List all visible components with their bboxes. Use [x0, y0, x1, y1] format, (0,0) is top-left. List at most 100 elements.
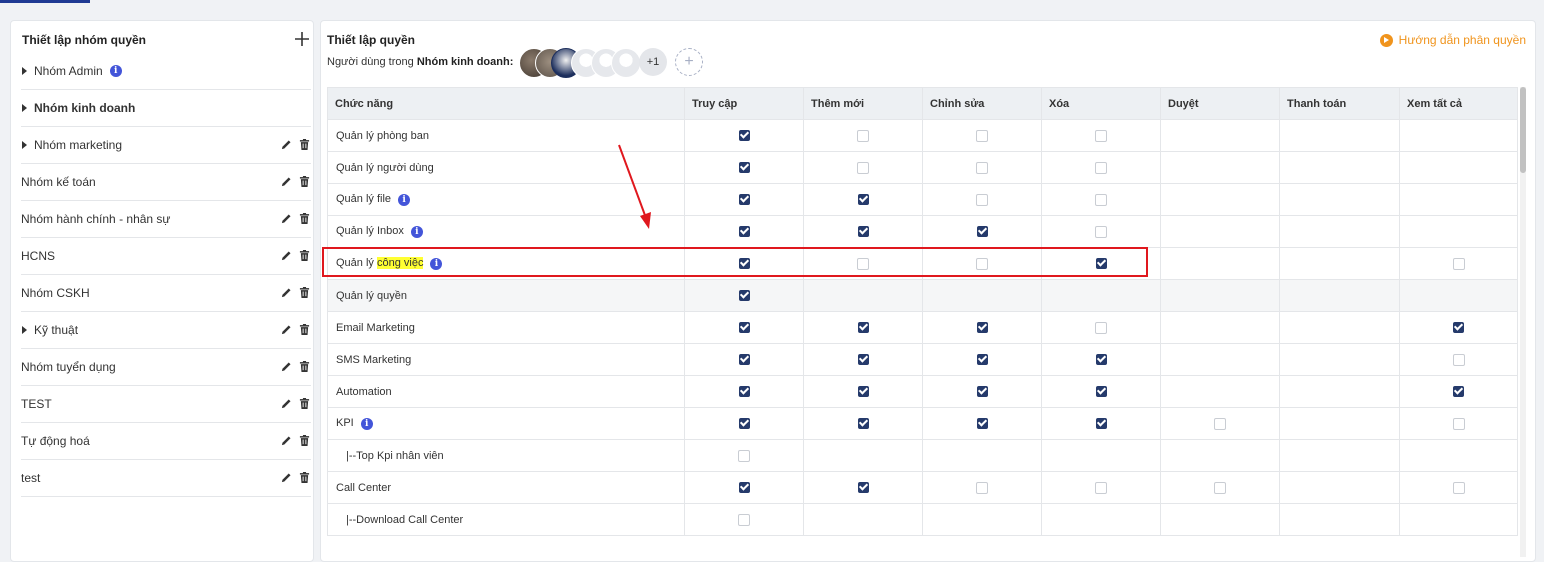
- checkbox-unchecked[interactable]: [857, 257, 869, 270]
- checkbox-checked[interactable]: [1095, 258, 1107, 270]
- table-scrollbar[interactable]: [1520, 87, 1526, 557]
- checkbox-checked[interactable]: [976, 226, 988, 238]
- checkbox-unchecked[interactable]: [976, 161, 988, 174]
- checkbox-unchecked[interactable]: [857, 129, 869, 142]
- edit-icon[interactable]: [281, 176, 292, 187]
- checkbox-unchecked[interactable]: [1095, 193, 1107, 206]
- checkbox-unchecked[interactable]: [1452, 417, 1465, 430]
- edit-icon[interactable]: [281, 250, 292, 261]
- checkbox-checked[interactable]: [857, 194, 869, 206]
- checkbox-unchecked[interactable]: [1452, 353, 1465, 366]
- edit-icon[interactable]: [281, 398, 292, 409]
- trash-icon[interactable]: [299, 287, 310, 298]
- info-icon[interactable]: i: [430, 258, 443, 270]
- checkbox-checked[interactable]: [857, 386, 869, 398]
- permission-guide-link[interactable]: Hướng dẫn phân quyền: [1379, 33, 1526, 47]
- checkbox-checked[interactable]: [976, 386, 988, 398]
- checkbox-checked[interactable]: [738, 194, 750, 206]
- checkbox-unchecked[interactable]: [976, 129, 988, 142]
- edit-icon[interactable]: [281, 213, 292, 224]
- checkbox-unchecked[interactable]: [738, 449, 750, 462]
- checkbox-unchecked[interactable]: [1095, 161, 1107, 174]
- group-item[interactable]: test: [21, 460, 311, 497]
- checkbox-unchecked[interactable]: [1452, 481, 1465, 494]
- checkbox-checked[interactable]: [738, 322, 750, 334]
- checkbox-checked[interactable]: [857, 226, 869, 238]
- checkbox-checked[interactable]: [738, 162, 750, 174]
- trash-icon[interactable]: [299, 213, 310, 224]
- caret-right-icon[interactable]: [22, 104, 27, 112]
- caret-right-icon[interactable]: [22, 326, 27, 334]
- more-users-badge[interactable]: +1: [639, 48, 667, 76]
- caret-right-icon[interactable]: [22, 141, 27, 149]
- info-icon[interactable]: i: [360, 418, 373, 430]
- checkbox-unchecked[interactable]: [1452, 257, 1465, 270]
- checkbox-checked[interactable]: [1453, 322, 1464, 334]
- group-item[interactable]: Nhóm tuyển dụng: [21, 349, 311, 386]
- trash-icon[interactable]: [299, 176, 310, 187]
- checkbox-checked[interactable]: [857, 482, 869, 494]
- trash-icon[interactable]: [299, 361, 310, 372]
- caret-right-icon[interactable]: [22, 67, 27, 75]
- checkbox-checked[interactable]: [738, 354, 750, 366]
- info-icon[interactable]: i: [398, 194, 411, 206]
- checkbox-checked[interactable]: [738, 482, 750, 494]
- checkbox-checked[interactable]: [857, 418, 869, 430]
- info-icon[interactable]: i: [410, 226, 423, 238]
- info-icon[interactable]: i: [109, 65, 122, 77]
- trash-icon[interactable]: [299, 139, 310, 150]
- checkbox-checked[interactable]: [976, 354, 988, 366]
- edit-icon[interactable]: [281, 435, 292, 446]
- checkbox-unchecked[interactable]: [1095, 225, 1107, 238]
- checkbox-checked[interactable]: [738, 258, 750, 270]
- group-item[interactable]: Kỹ thuật: [21, 312, 311, 349]
- checkbox-checked[interactable]: [976, 418, 988, 430]
- add-group-button[interactable]: [295, 29, 309, 49]
- group-item[interactable]: Nhóm kinh doanh: [21, 90, 311, 127]
- avatar[interactable]: [611, 48, 641, 78]
- checkbox-unchecked[interactable]: [976, 481, 988, 494]
- checkbox-checked[interactable]: [738, 130, 750, 142]
- checkbox-unchecked[interactable]: [857, 161, 869, 174]
- permission-cell: [922, 119, 1042, 152]
- checkbox-unchecked[interactable]: [1095, 129, 1107, 142]
- scrollbar-thumb[interactable]: [1520, 87, 1526, 173]
- add-user-button[interactable]: +: [675, 48, 703, 76]
- edit-icon[interactable]: [281, 287, 292, 298]
- group-item[interactable]: Nhóm hành chính - nhân sự: [21, 201, 311, 238]
- checkbox-unchecked[interactable]: [976, 193, 988, 206]
- group-item[interactable]: TEST: [21, 386, 311, 423]
- trash-icon[interactable]: [299, 472, 310, 483]
- checkbox-unchecked[interactable]: [1214, 481, 1226, 494]
- edit-icon[interactable]: [281, 139, 292, 150]
- checkbox-checked[interactable]: [738, 290, 750, 302]
- edit-icon[interactable]: [281, 324, 292, 335]
- checkbox-checked[interactable]: [1095, 386, 1107, 398]
- group-item[interactable]: HCNS: [21, 238, 311, 275]
- checkbox-checked[interactable]: [857, 354, 869, 366]
- checkbox-checked[interactable]: [976, 322, 988, 334]
- edit-icon[interactable]: [281, 361, 292, 372]
- group-item[interactable]: Nhóm Admin i: [21, 53, 311, 90]
- trash-icon[interactable]: [299, 435, 310, 446]
- checkbox-checked[interactable]: [1453, 386, 1464, 398]
- checkbox-checked[interactable]: [738, 418, 750, 430]
- group-item[interactable]: Tự động hoá: [21, 423, 311, 460]
- edit-icon[interactable]: [281, 472, 292, 483]
- checkbox-checked[interactable]: [1095, 418, 1107, 430]
- group-item[interactable]: Nhóm kế toán: [21, 164, 311, 201]
- checkbox-unchecked[interactable]: [1095, 321, 1107, 334]
- checkbox-unchecked[interactable]: [1214, 417, 1226, 430]
- checkbox-checked[interactable]: [738, 386, 750, 398]
- group-item[interactable]: Nhóm CSKH: [21, 275, 311, 312]
- checkbox-unchecked[interactable]: [976, 257, 988, 270]
- checkbox-unchecked[interactable]: [1095, 481, 1107, 494]
- checkbox-checked[interactable]: [1095, 354, 1107, 366]
- trash-icon[interactable]: [299, 324, 310, 335]
- trash-icon[interactable]: [299, 250, 310, 261]
- checkbox-unchecked[interactable]: [738, 513, 750, 526]
- checkbox-checked[interactable]: [857, 322, 869, 334]
- checkbox-checked[interactable]: [738, 226, 750, 238]
- trash-icon[interactable]: [299, 398, 310, 409]
- group-item[interactable]: Nhóm marketing: [21, 127, 311, 164]
